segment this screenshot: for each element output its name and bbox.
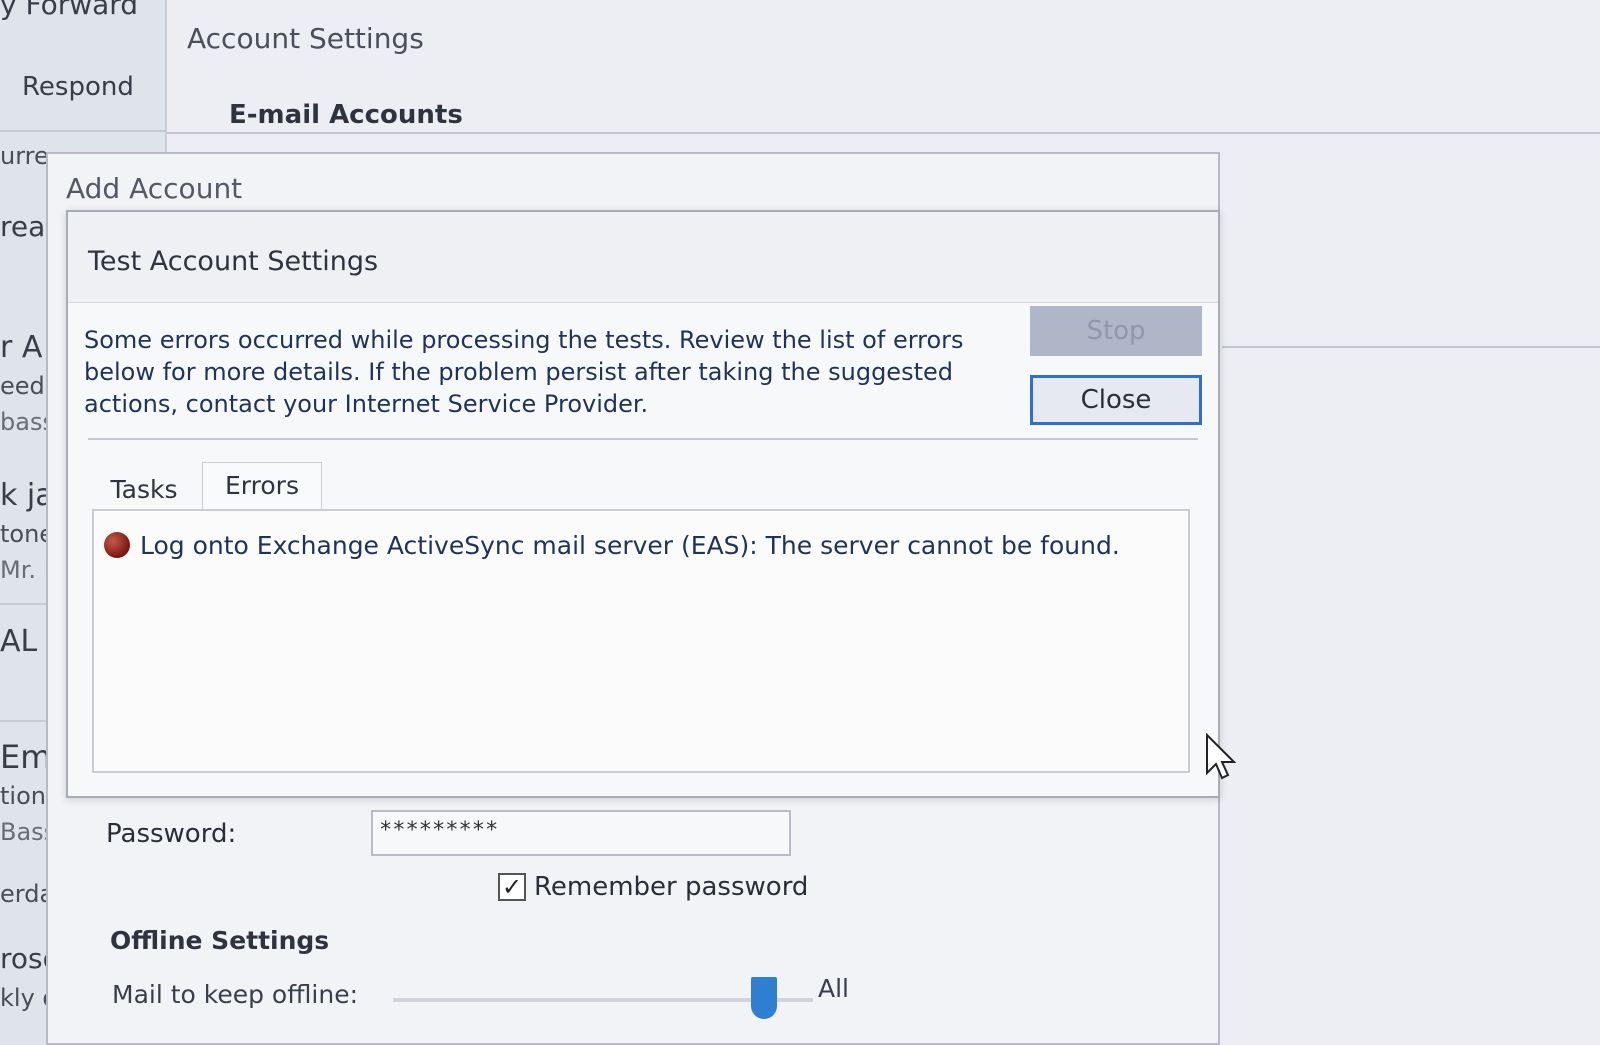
message-list-sender[interactable]: r A	[0, 330, 42, 365]
tab-tasks[interactable]: Tasks	[88, 467, 200, 513]
mail-offline-label: Mail to keep offline:	[112, 980, 358, 1009]
tab-email-accounts[interactable]: E-mail Accounts	[229, 100, 463, 130]
password-field[interactable]: *********	[371, 810, 791, 856]
dialog-title: Test Account Settings	[88, 246, 379, 277]
test-account-settings-dialog: Test Account Settings Some errors occurr…	[66, 210, 1220, 798]
errors-list: Log onto Exchange ActiveSync mail server…	[92, 509, 1190, 773]
mail-offline-slider-track[interactable]	[393, 998, 813, 1002]
list-item[interactable]: Log onto Exchange ActiveSync mail server…	[104, 527, 1120, 563]
ribbon-forward-button[interactable]: y Forward	[0, 0, 138, 21]
add-account-title: Add Account	[66, 172, 243, 205]
stop-button[interactable]: Stop	[1030, 306, 1202, 356]
message-list-text: rea	[0, 210, 46, 243]
message-list-subject: eed	[0, 372, 45, 400]
mouse-cursor-icon	[1206, 733, 1237, 780]
error-summary-message: Some errors occurred while processing th…	[84, 326, 964, 418]
ribbon-group-respond-label: Respond	[22, 72, 134, 102]
folder-pane-header: urre	[0, 142, 49, 170]
dialog-divider	[88, 438, 1198, 440]
mail-offline-slider-thumb[interactable]	[751, 977, 777, 1019]
mail-offline-value: All	[818, 974, 849, 1003]
account-settings-divider	[1222, 346, 1600, 348]
dialog-title-bar: Test Account Settings	[68, 212, 1218, 303]
error-message: Log onto Exchange ActiveSync mail server…	[140, 530, 1120, 560]
account-settings-title: Account Settings	[187, 22, 424, 55]
error-icon	[104, 532, 130, 558]
offline-settings-heading: Offline Settings	[110, 926, 330, 955]
close-button[interactable]: Close	[1030, 375, 1202, 425]
tab-errors[interactable]: Errors	[202, 462, 322, 511]
ribbon-divider	[0, 130, 170, 132]
password-label: Password:	[106, 819, 237, 849]
remember-password-checkbox[interactable]: ✓	[498, 873, 526, 901]
account-settings-divider	[167, 132, 1600, 134]
remember-password-label[interactable]: Remember password	[534, 872, 808, 902]
